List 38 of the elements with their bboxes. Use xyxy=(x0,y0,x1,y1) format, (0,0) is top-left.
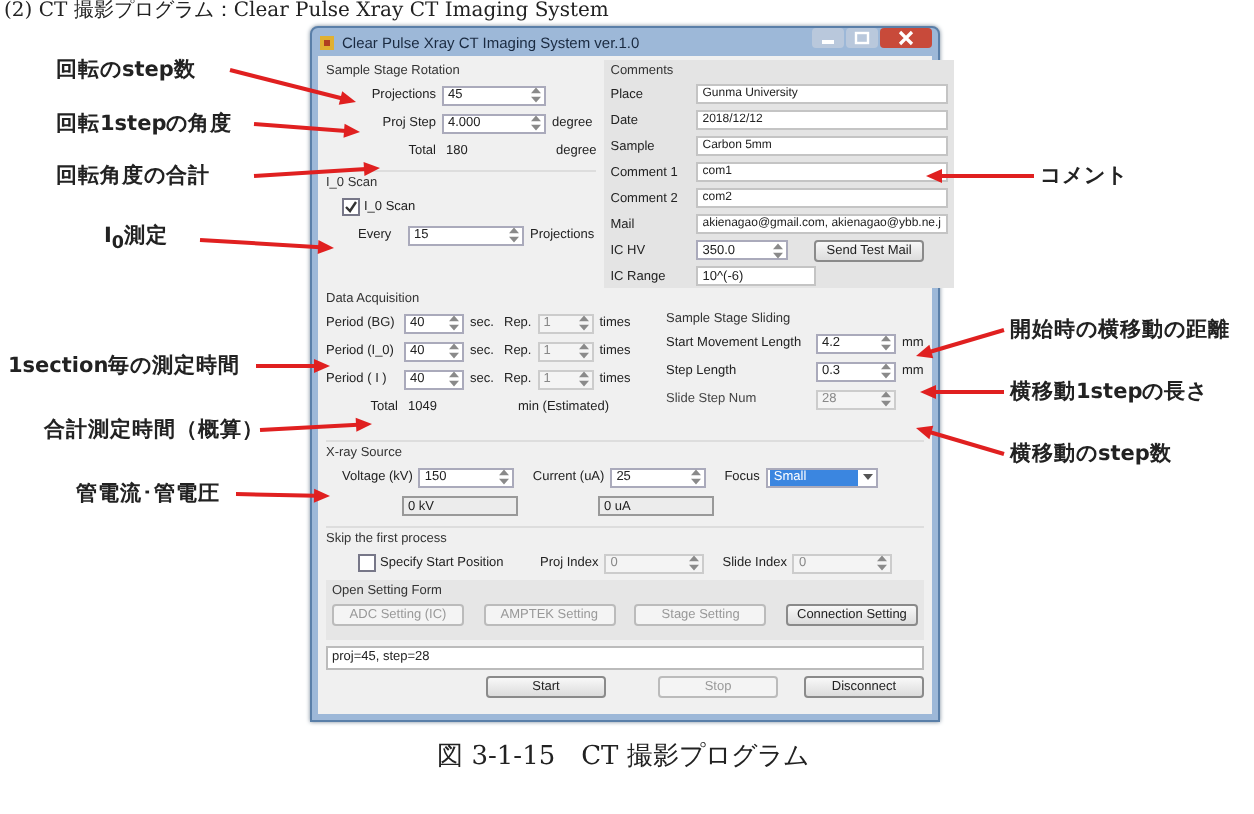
minimize-icon[interactable] xyxy=(812,28,844,48)
spinner-arrows-icon[interactable] xyxy=(508,226,520,244)
check-icon xyxy=(344,200,358,214)
annotation-arrow xyxy=(256,359,330,373)
annotation-label: コメント xyxy=(1040,162,1128,192)
spinner-arrows-icon[interactable] xyxy=(880,334,892,352)
annotation-arrow xyxy=(235,488,330,503)
spinner-arrows-icon[interactable] xyxy=(530,86,542,104)
annotation-label: 横移動のstep数 xyxy=(1010,440,1172,470)
annotation-label: 管電流･管電圧 xyxy=(76,479,220,510)
annotation-arrow xyxy=(926,169,1034,183)
annotation-label: 開始時の横移動の距離 xyxy=(1010,316,1230,346)
annotation-arrow xyxy=(916,425,1005,456)
annotation-arrow xyxy=(259,417,372,432)
annotation-label: 回転のstep数 xyxy=(56,56,196,86)
maximize-icon[interactable] xyxy=(846,28,878,48)
annotation-arrow xyxy=(253,122,360,138)
app-icon xyxy=(318,33,336,51)
spinner-arrows-icon[interactable] xyxy=(880,362,892,380)
annotation-label: 1section毎の測定時間 xyxy=(8,351,241,382)
spinner-arrows-icon[interactable] xyxy=(772,241,785,259)
spinner-arrows-icon[interactable] xyxy=(530,114,542,132)
spinner-arrows-icon[interactable] xyxy=(448,314,460,332)
annotation-arrow xyxy=(199,238,334,255)
annotation-label: 回転角度の合計 xyxy=(56,161,210,192)
annotation-label: 合計測定時間（概算） xyxy=(44,415,264,446)
annotation-arrow xyxy=(253,162,380,178)
spinner-arrows-icon[interactable] xyxy=(448,370,460,388)
annotation-label: I$_{0}$測定 xyxy=(104,221,169,259)
annotation-label: 横移動1stepの長さ xyxy=(1010,378,1209,408)
spinner-arrows-icon[interactable] xyxy=(448,342,460,360)
annotation-label: 回転1stepの角度 xyxy=(56,109,233,140)
close-icon[interactable] xyxy=(880,28,932,48)
spinner-arrows-icon[interactable] xyxy=(498,468,511,486)
figure-caption: 図 3-1-15 CT 撮影プログラム xyxy=(435,740,811,774)
annotation-arrow xyxy=(920,385,1004,399)
spinner-arrows-icon[interactable] xyxy=(690,468,703,486)
caret-icon[interactable] xyxy=(861,472,874,482)
